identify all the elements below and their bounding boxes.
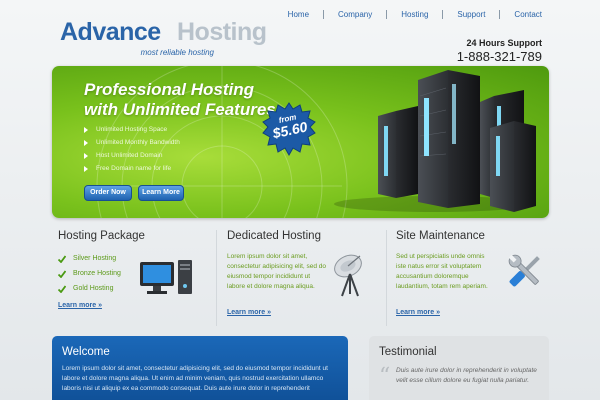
nav-contact[interactable]: Contact [514,10,542,19]
order-now-button[interactable]: Order Now [84,185,132,201]
nav-separator [499,10,501,19]
wrench-screwdriver-icon [508,254,540,287]
feature-label: Unlimited Hosting Space [96,126,168,133]
feature-list: Unlimited Hosting Space Unlimited Monthl… [84,123,180,175]
main-nav: Home Company Hosting Support Contact [288,10,542,19]
logo-word-hosting: Hosting [177,18,267,46]
server-towers-icon [334,70,536,212]
logo-word-advance: Advance [60,18,161,46]
nav-separator [386,10,388,19]
testimonial-title: Testimonial [379,346,437,358]
testimonial-panel: Testimonial “ Duis aute irure dolor in r… [369,336,549,400]
package-item-label: Bronze Hosting [73,270,121,277]
checkmark-icon [58,284,66,293]
nav-separator [323,10,325,19]
testimonial-text: Duis aute irure dolor in reprehenderit i… [396,367,537,384]
feature-item: Unlimited Hosting Space [84,123,180,136]
package-item-label: Gold Hosting [73,285,114,292]
dedicated-hosting-learn-more-link[interactable]: Learn more » [227,309,271,316]
package-item-label: Silver Hosting [73,255,117,262]
hero-title: Professional Hosting with Unlimited Feat… [84,80,276,120]
satellite-dish-icon [334,254,362,297]
arrow-bullet-icon [84,152,88,159]
nav-support[interactable]: Support [457,10,485,19]
column-divider [386,230,387,326]
hero-banner: Professional Hosting with Unlimited Feat… [52,66,549,218]
support-label: 24 Hours Support [466,38,542,48]
nav-separator [442,10,444,19]
support-phone: 1-888-321-789 [456,49,542,64]
computer-icon [140,260,192,294]
welcome-text: Lorem ipsum dolor sit amet, consectetur … [62,365,328,392]
support-info: 24 Hours Support 1-888-321-789 [457,38,542,64]
learn-more-button[interactable]: Learn More [138,185,184,201]
hosting-package-title: Hosting Package [58,230,145,242]
hosting-package-learn-more-link[interactable]: Learn more » [58,302,102,309]
arrow-bullet-icon [84,139,88,146]
logo[interactable]: Advance Hosting most reliable hosting [60,18,267,58]
site-maintenance-learn-more-link[interactable]: Learn more » [396,309,440,316]
nav-company[interactable]: Company [338,10,372,19]
feature-item: Free Domain name for life [84,162,180,175]
site-maintenance-title: Site Maintenance [396,230,485,242]
dedicated-hosting-text: Lorem ipsum dolor sit amet, consectetur … [227,253,327,290]
checkmark-icon [58,254,66,263]
nav-home[interactable]: Home [288,10,309,19]
welcome-title: Welcome [62,346,110,358]
logo-tagline: most reliable hosting [140,48,214,57]
arrow-bullet-icon [84,165,88,172]
hero-title-line2: with Unlimited Features [84,100,276,119]
feature-item: Unlimited Monthly Bandwidth [84,136,180,149]
checkmark-icon [58,269,66,278]
feature-label: Unlimited Monthly Bandwidth [96,139,180,146]
site-maintenance-text: Sed ut perspiciatis unde omnis iste natu… [396,253,488,290]
column-divider [216,230,217,326]
welcome-panel: Welcome Lorem ipsum dolor sit amet, cons… [52,336,348,400]
feature-label: Free Domain name for life [96,165,172,172]
arrow-bullet-icon [84,126,88,133]
hero-title-line1: Professional Hosting [84,80,255,99]
feature-item: Host Unlimited Domain [84,149,180,162]
dedicated-hosting-title: Dedicated Hosting [227,230,321,242]
nav-hosting[interactable]: Hosting [401,10,428,19]
feature-label: Host Unlimited Domain [96,152,163,159]
quote-icon: “ [379,364,391,389]
